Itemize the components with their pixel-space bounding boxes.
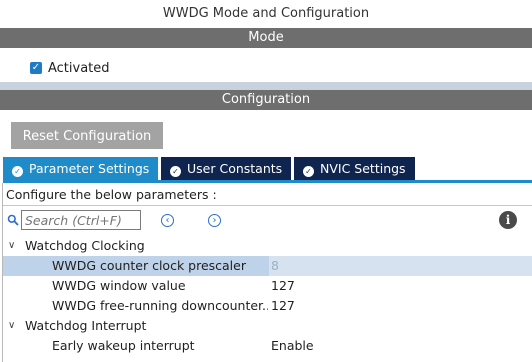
tab-parameter-settings[interactable]: ✓ Parameter Settings [3, 157, 158, 180]
param-name: WWDG window value [52, 278, 186, 293]
param-name: WWDG free-running downcounter... [52, 298, 268, 313]
param-value[interactable]: 8 [269, 256, 532, 276]
activated-checkbox[interactable]: ✓ [30, 62, 42, 74]
mode-section-header: Mode [0, 28, 532, 48]
chevron-down-icon: ∨ [8, 320, 16, 331]
param-row-downcounter[interactable]: WWDG free-running downcounter... 127 [3, 296, 532, 316]
group-label: Watchdog Interrupt [25, 318, 147, 333]
tree-group-watchdog-interrupt[interactable]: ∨ Watchdog Interrupt [3, 316, 532, 336]
param-name: WWDG counter clock prescaler [52, 258, 246, 273]
param-row-window-value[interactable]: WWDG window value 127 [3, 276, 532, 296]
section-divider [0, 82, 532, 90]
tab-nvic-settings[interactable]: ✓ NVIC Settings [294, 157, 415, 180]
check-circle-icon: ✓ [303, 166, 314, 177]
tab-label: User Constants [187, 161, 283, 176]
reset-configuration-button[interactable]: Reset Configuration [11, 122, 163, 149]
chevron-down-icon: ∨ [8, 240, 16, 251]
configuration-section-header: Configuration [0, 90, 532, 110]
instructions-text: Configure the below parameters : [6, 187, 217, 202]
search-icon [7, 214, 19, 226]
activated-label: Activated [48, 61, 110, 76]
info-icon[interactable]: i [499, 211, 517, 229]
param-name: Early wakeup interrupt [52, 338, 195, 353]
search-input[interactable] [21, 210, 141, 230]
group-label: Watchdog Clocking [25, 238, 145, 253]
param-row-early-wakeup[interactable]: Early wakeup interrupt Enable [3, 336, 532, 356]
check-circle-icon: ✓ [170, 166, 181, 177]
tab-label: NVIC Settings [320, 161, 406, 176]
param-value[interactable]: Enable [271, 336, 314, 356]
tree-group-watchdog-clocking[interactable]: ∨ Watchdog Clocking [3, 236, 532, 256]
window-title: WWDG Mode and Configuration [162, 6, 370, 21]
param-value[interactable]: 127 [271, 276, 295, 296]
divider [3, 205, 532, 206]
param-value[interactable]: 127 [271, 296, 295, 316]
check-circle-icon: ✓ [12, 166, 23, 177]
tab-label: Parameter Settings [29, 161, 150, 176]
param-row-prescaler[interactable]: WWDG counter clock prescaler 8 [3, 256, 532, 276]
chevron-right-icon[interactable]: › [208, 214, 221, 227]
chevron-left-icon[interactable]: ‹ [161, 214, 174, 227]
tab-bar: ✓ Parameter Settings ✓ User Constants ✓ NVI… [3, 157, 532, 180]
tab-user-constants[interactable]: ✓ User Constants [161, 157, 291, 180]
